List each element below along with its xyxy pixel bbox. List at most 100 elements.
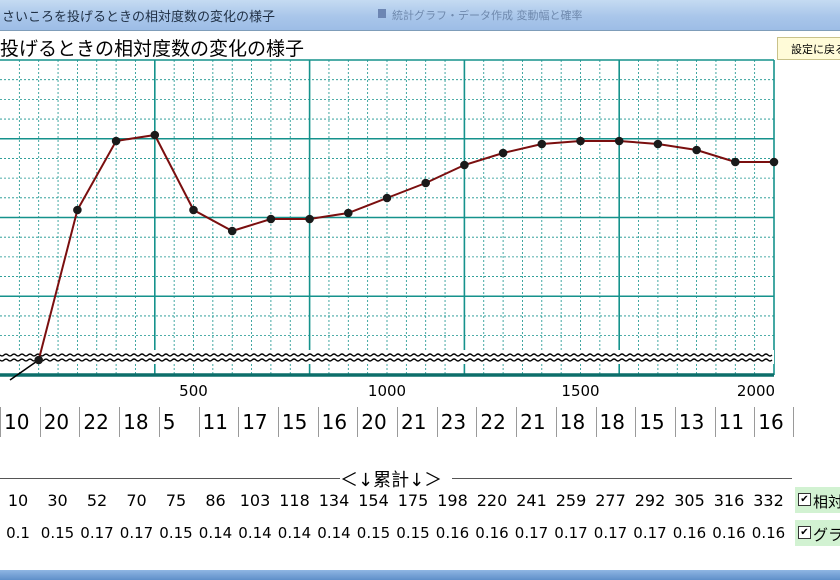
frequency-row: 0.1 0.15 0.17 0.17 0.15 0.14 0.14 0.14 0.14 0.15 0… bbox=[0, 524, 800, 544]
frequency-value: 0.1 bbox=[6, 524, 30, 542]
cumulative-label: ＜↓累計↓＞ bbox=[340, 470, 443, 491]
frequency-value: 0.14 bbox=[277, 524, 312, 542]
count-cell[interactable]: 20 bbox=[357, 407, 397, 437]
count-cell[interactable]: 13 bbox=[674, 407, 715, 437]
axis-break-band bbox=[0, 350, 774, 364]
count-cell[interactable]: 10 bbox=[0, 407, 40, 437]
data-point bbox=[189, 205, 198, 215]
count-cell[interactable]: 17 bbox=[238, 407, 278, 437]
chart-heading: 投げるときの相対度数の変化の様子 bbox=[0, 38, 305, 60]
data-point bbox=[34, 355, 43, 365]
count-cell[interactable]: 22 bbox=[79, 407, 119, 437]
window-titlebar: さいころを投げるときの相対度数の変化の様子 統計グラフ・データ作成 変動幅と確率 bbox=[0, 0, 840, 31]
frequency-value: 0.16 bbox=[751, 524, 786, 542]
taskbar bbox=[0, 570, 840, 580]
count-cell[interactable]: 23 bbox=[436, 407, 477, 437]
cumulative-value: 292 bbox=[634, 491, 666, 510]
cumulative-value: 259 bbox=[555, 491, 587, 510]
divider-right bbox=[452, 478, 792, 479]
cumulative-value: 134 bbox=[318, 491, 350, 510]
count-cell[interactable]: 18 bbox=[595, 407, 636, 437]
data-point bbox=[305, 214, 314, 224]
cumulative-value: 70 bbox=[126, 491, 147, 510]
graph-option[interactable]: ✔ グラ bbox=[795, 520, 840, 546]
data-point bbox=[537, 139, 547, 149]
cumulative-value: 118 bbox=[279, 491, 310, 510]
data-point bbox=[344, 208, 353, 218]
frequency-value: 0.16 bbox=[435, 524, 470, 542]
data-point bbox=[382, 193, 392, 203]
count-cell[interactable]: 5 bbox=[158, 407, 199, 437]
data-point bbox=[769, 157, 779, 167]
data-point bbox=[653, 139, 663, 149]
cumulative-value: 305 bbox=[674, 491, 705, 510]
frequency-value: 0.15 bbox=[356, 524, 391, 542]
frequency-value: 0.15 bbox=[396, 524, 430, 542]
relative-option[interactable]: ✔ 相対 bbox=[795, 487, 840, 513]
x-tick-label: 1500 bbox=[561, 382, 599, 400]
frequency-value: 0.16 bbox=[475, 524, 509, 542]
frequency-value: 0.16 bbox=[712, 524, 746, 542]
frequency-value: 0.15 bbox=[159, 524, 193, 542]
cumulative-value: 30 bbox=[47, 491, 68, 510]
frequency-value: 0.17 bbox=[514, 524, 549, 542]
checkbox-relative[interactable]: ✔ bbox=[798, 493, 811, 506]
frequency-value: 0.15 bbox=[40, 524, 75, 542]
data-point bbox=[150, 130, 160, 140]
data-point bbox=[614, 136, 624, 146]
cumulative-value: 52 bbox=[86, 491, 108, 510]
data-point bbox=[421, 178, 431, 188]
cumulative-value: 75 bbox=[165, 491, 187, 510]
cumulative-value: 332 bbox=[753, 491, 784, 510]
count-cells: 10 20 22 18 5 11 17 15 16 20 21 23 22 21 18 18 15 13 11 16 bbox=[0, 407, 800, 437]
relative-option-label: 相対 bbox=[813, 493, 840, 511]
divider-left bbox=[0, 478, 340, 479]
frequency-value: 0.17 bbox=[80, 524, 114, 542]
count-cell[interactable]: 15 bbox=[635, 407, 675, 437]
cumulative-value: 241 bbox=[516, 491, 547, 510]
cumulative-value: 154 bbox=[358, 491, 389, 510]
cumulative-value: 10 bbox=[7, 491, 29, 510]
frequency-value: 0.17 bbox=[633, 524, 667, 542]
count-cell[interactable]: 22 bbox=[476, 407, 516, 437]
data-point bbox=[111, 136, 121, 146]
relative-frequency-chart: 500 1000 1500 2000 bbox=[0, 59, 779, 400]
frequency-value: 0.17 bbox=[119, 524, 154, 542]
cumulative-row: 10 30 52 70 75 86 103 118 134 154 175 198 220 241 259 2… bbox=[0, 491, 800, 511]
count-cell[interactable]: 16 bbox=[317, 407, 358, 437]
settings-button[interactable]: 設定に戻る bbox=[777, 37, 840, 60]
frequency-value: 0.16 bbox=[672, 524, 707, 542]
count-cell[interactable]: 16 bbox=[754, 407, 794, 437]
count-cell[interactable]: 15 bbox=[277, 407, 318, 437]
cumulative-value: 103 bbox=[239, 491, 271, 510]
frequency-value: 0.14 bbox=[198, 524, 233, 542]
data-point bbox=[227, 226, 237, 236]
data-point bbox=[731, 157, 740, 167]
cumulative-value: 198 bbox=[437, 491, 468, 510]
count-cell[interactable]: 20 bbox=[39, 407, 80, 437]
frequency-value: 0.17 bbox=[593, 524, 628, 542]
frequency-value: 0.17 bbox=[554, 524, 588, 542]
x-tick-label: 1000 bbox=[368, 382, 406, 400]
count-cell[interactable]: 11 bbox=[198, 407, 239, 437]
app-icon bbox=[378, 9, 386, 18]
count-cell[interactable]: 18 bbox=[119, 407, 159, 437]
count-cell[interactable]: 18 bbox=[555, 407, 596, 437]
data-point bbox=[73, 205, 82, 215]
frequency-value: 0.14 bbox=[317, 524, 351, 542]
frequency-value: 0.14 bbox=[238, 524, 272, 542]
background-window-title: 統計グラフ・データ作成 変動幅と確率 bbox=[392, 9, 583, 22]
cumulative-value: 277 bbox=[595, 491, 626, 510]
graph-option-label: グラ bbox=[813, 526, 840, 544]
count-cell[interactable]: 11 bbox=[714, 407, 755, 437]
cumulative-value: 220 bbox=[476, 491, 508, 510]
checkbox-graph[interactable]: ✔ bbox=[798, 526, 811, 539]
window-title: さいころを投げるときの相対度数の変化の様子 bbox=[2, 10, 276, 25]
data-point bbox=[266, 214, 276, 224]
count-cell[interactable]: 21 bbox=[397, 407, 437, 437]
data-point bbox=[576, 136, 585, 146]
cumulative-value: 86 bbox=[205, 491, 226, 510]
count-cell[interactable]: 21 bbox=[516, 407, 556, 437]
data-point bbox=[692, 145, 701, 155]
cumulative-value: 175 bbox=[397, 491, 429, 510]
